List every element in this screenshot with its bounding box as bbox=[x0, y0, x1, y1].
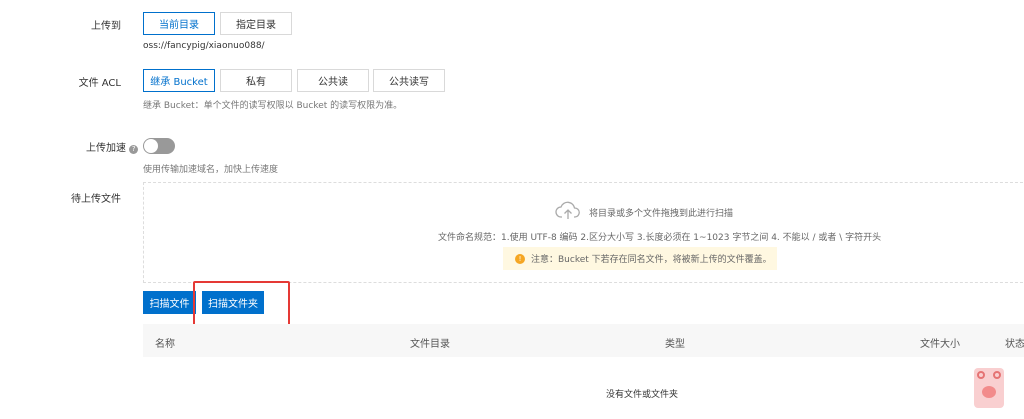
warning-text: 注意：Bucket 下若存在同名文件，将被新上传的文件覆盖。 bbox=[531, 255, 772, 265]
accel-toggle[interactable] bbox=[143, 138, 175, 154]
accel-hint: 使用传输加速域名，加快上传速度 bbox=[143, 165, 279, 175]
scan-files-button[interactable]: 扫描文件 bbox=[143, 291, 196, 314]
acl-private-button[interactable]: 私有 bbox=[220, 69, 292, 92]
overwrite-warning: ! 注意：Bucket 下若存在同名文件，将被新上传的文件覆盖。 bbox=[503, 247, 777, 270]
acl-label: 文件 ACL bbox=[78, 78, 121, 89]
accel-label: 上传加速 ? bbox=[86, 139, 139, 154]
naming-rule: 文件命名规范：1.使用 UTF-8 编码 2.区分大小写 3.长度必须在 1~1… bbox=[438, 233, 882, 243]
column-size: 文件大小 bbox=[920, 339, 960, 350]
column-name: 名称 bbox=[155, 339, 175, 350]
accel-label-text: 上传加速 bbox=[86, 143, 126, 154]
highlight-box bbox=[193, 281, 290, 328]
column-status: 状态 bbox=[1005, 339, 1024, 350]
current-directory-button[interactable]: 当前目录 bbox=[143, 12, 215, 35]
empty-message: 没有文件或文件夹 bbox=[606, 390, 679, 400]
acl-inherit-button[interactable]: 继承 Bucket bbox=[143, 69, 215, 92]
pig-mascot-icon[interactable] bbox=[974, 368, 1004, 408]
pending-label: 待上传文件 bbox=[71, 194, 121, 205]
upload-path: oss://fancypig/xiaonuo088/ bbox=[143, 41, 265, 51]
help-icon[interactable]: ? bbox=[129, 145, 139, 154]
acl-hint: 继承 Bucket：单个文件的读写权限以 Bucket 的读写权限为准。 bbox=[143, 101, 403, 111]
drop-text: 将目录或多个文件拖拽到此进行扫描 bbox=[589, 209, 734, 219]
acl-public-read-write-button[interactable]: 公共读写 bbox=[373, 69, 445, 92]
warning-icon: ! bbox=[515, 253, 525, 264]
column-type: 类型 bbox=[665, 339, 685, 350]
acl-public-read-button[interactable]: 公共读 bbox=[297, 69, 369, 92]
cloud-upload-icon bbox=[555, 201, 580, 219]
toggle-knob bbox=[144, 139, 158, 153]
upload-to-label: 上传到 bbox=[91, 21, 121, 32]
column-directory: 文件目录 bbox=[410, 339, 450, 350]
table-header: 名称 文件目录 类型 文件大小 状态 bbox=[143, 324, 1024, 357]
specified-directory-button[interactable]: 指定目录 bbox=[220, 12, 292, 35]
